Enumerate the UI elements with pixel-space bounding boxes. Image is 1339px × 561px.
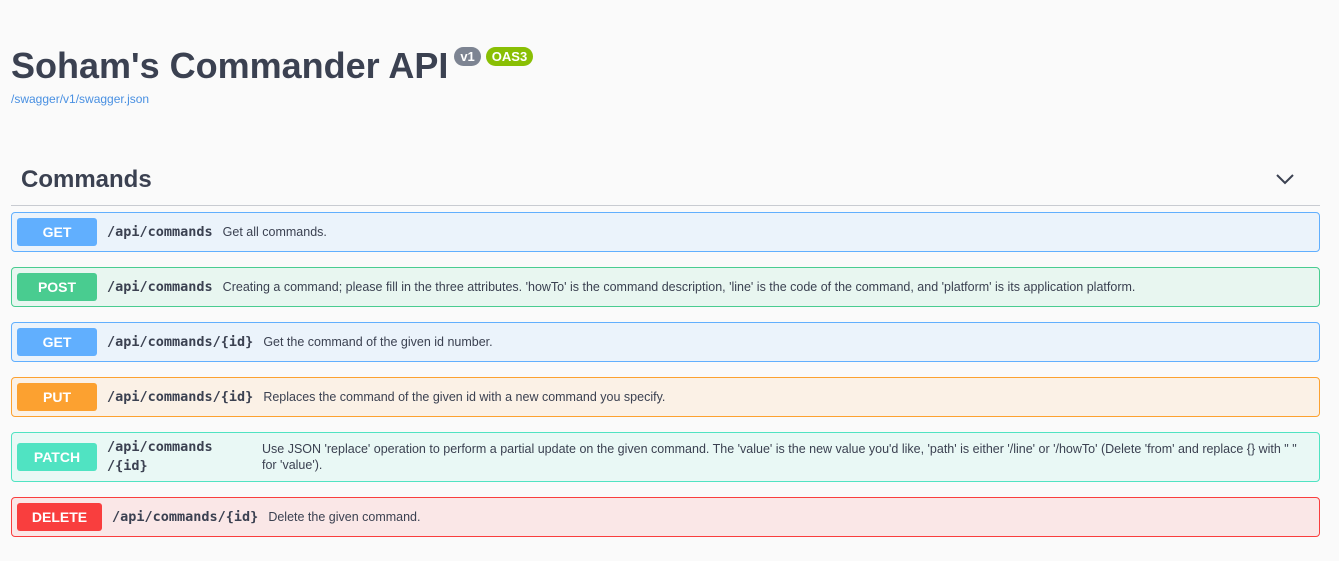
operation-path: /api/commands/{id} [112, 508, 259, 525]
method-badge: GET [17, 218, 97, 246]
operation-path: /api/commands /{id} [107, 438, 252, 476]
operation-summary: Delete the given command. [268, 510, 421, 524]
operation-path-line2: /{id} [107, 458, 148, 474]
operation-summary: Replaces the command of the given id wit… [263, 390, 666, 404]
operation-path-line1: /api/commands [107, 439, 213, 455]
method-badge: POST [17, 273, 97, 301]
operation-summary: Get all commands. [222, 225, 327, 239]
operation-post-commands[interactable]: POST /api/commands Creating a command; p… [11, 267, 1320, 307]
commands-section-header[interactable]: Commands [11, 158, 1320, 206]
version-badge: v1 [454, 47, 481, 66]
operation-summary: Use JSON 'replace' operation to perform … [262, 442, 1297, 472]
operation-summary: Creating a command; please fill in the t… [222, 280, 1136, 294]
chevron-down-icon[interactable] [1275, 172, 1295, 186]
section-title: Commands [21, 166, 152, 193]
method-badge: GET [17, 328, 97, 356]
operation-path: /api/commands/{id} [107, 333, 254, 350]
swagger-json-link[interactable]: /swagger/v1/swagger.json [11, 92, 149, 106]
operation-put-command[interactable]: PUT /api/commands/{id} Replaces the comm… [11, 377, 1320, 417]
method-badge: PATCH [17, 443, 97, 471]
operation-patch-command[interactable]: PATCH /api/commands /{id} Use JSON 'repl… [11, 432, 1320, 482]
api-title-row: Soham's Commander API v1 OAS3 [11, 44, 534, 88]
operation-summary: Get the command of the given id number. [263, 335, 493, 349]
page-title: Soham's Commander API [11, 45, 449, 86]
method-badge: PUT [17, 383, 97, 411]
operation-get-commands[interactable]: GET /api/commands Get all commands. [11, 212, 1320, 252]
operation-get-command-by-id[interactable]: GET /api/commands/{id} Get the command o… [11, 322, 1320, 362]
operation-delete-command[interactable]: DELETE /api/commands/{id} Delete the giv… [11, 497, 1320, 537]
operation-path: /api/commands [107, 223, 213, 240]
operation-path: /api/commands/{id} [107, 388, 254, 405]
operation-path: /api/commands [107, 278, 213, 295]
method-badge: DELETE [17, 503, 102, 531]
oas-badge: OAS3 [485, 47, 534, 66]
